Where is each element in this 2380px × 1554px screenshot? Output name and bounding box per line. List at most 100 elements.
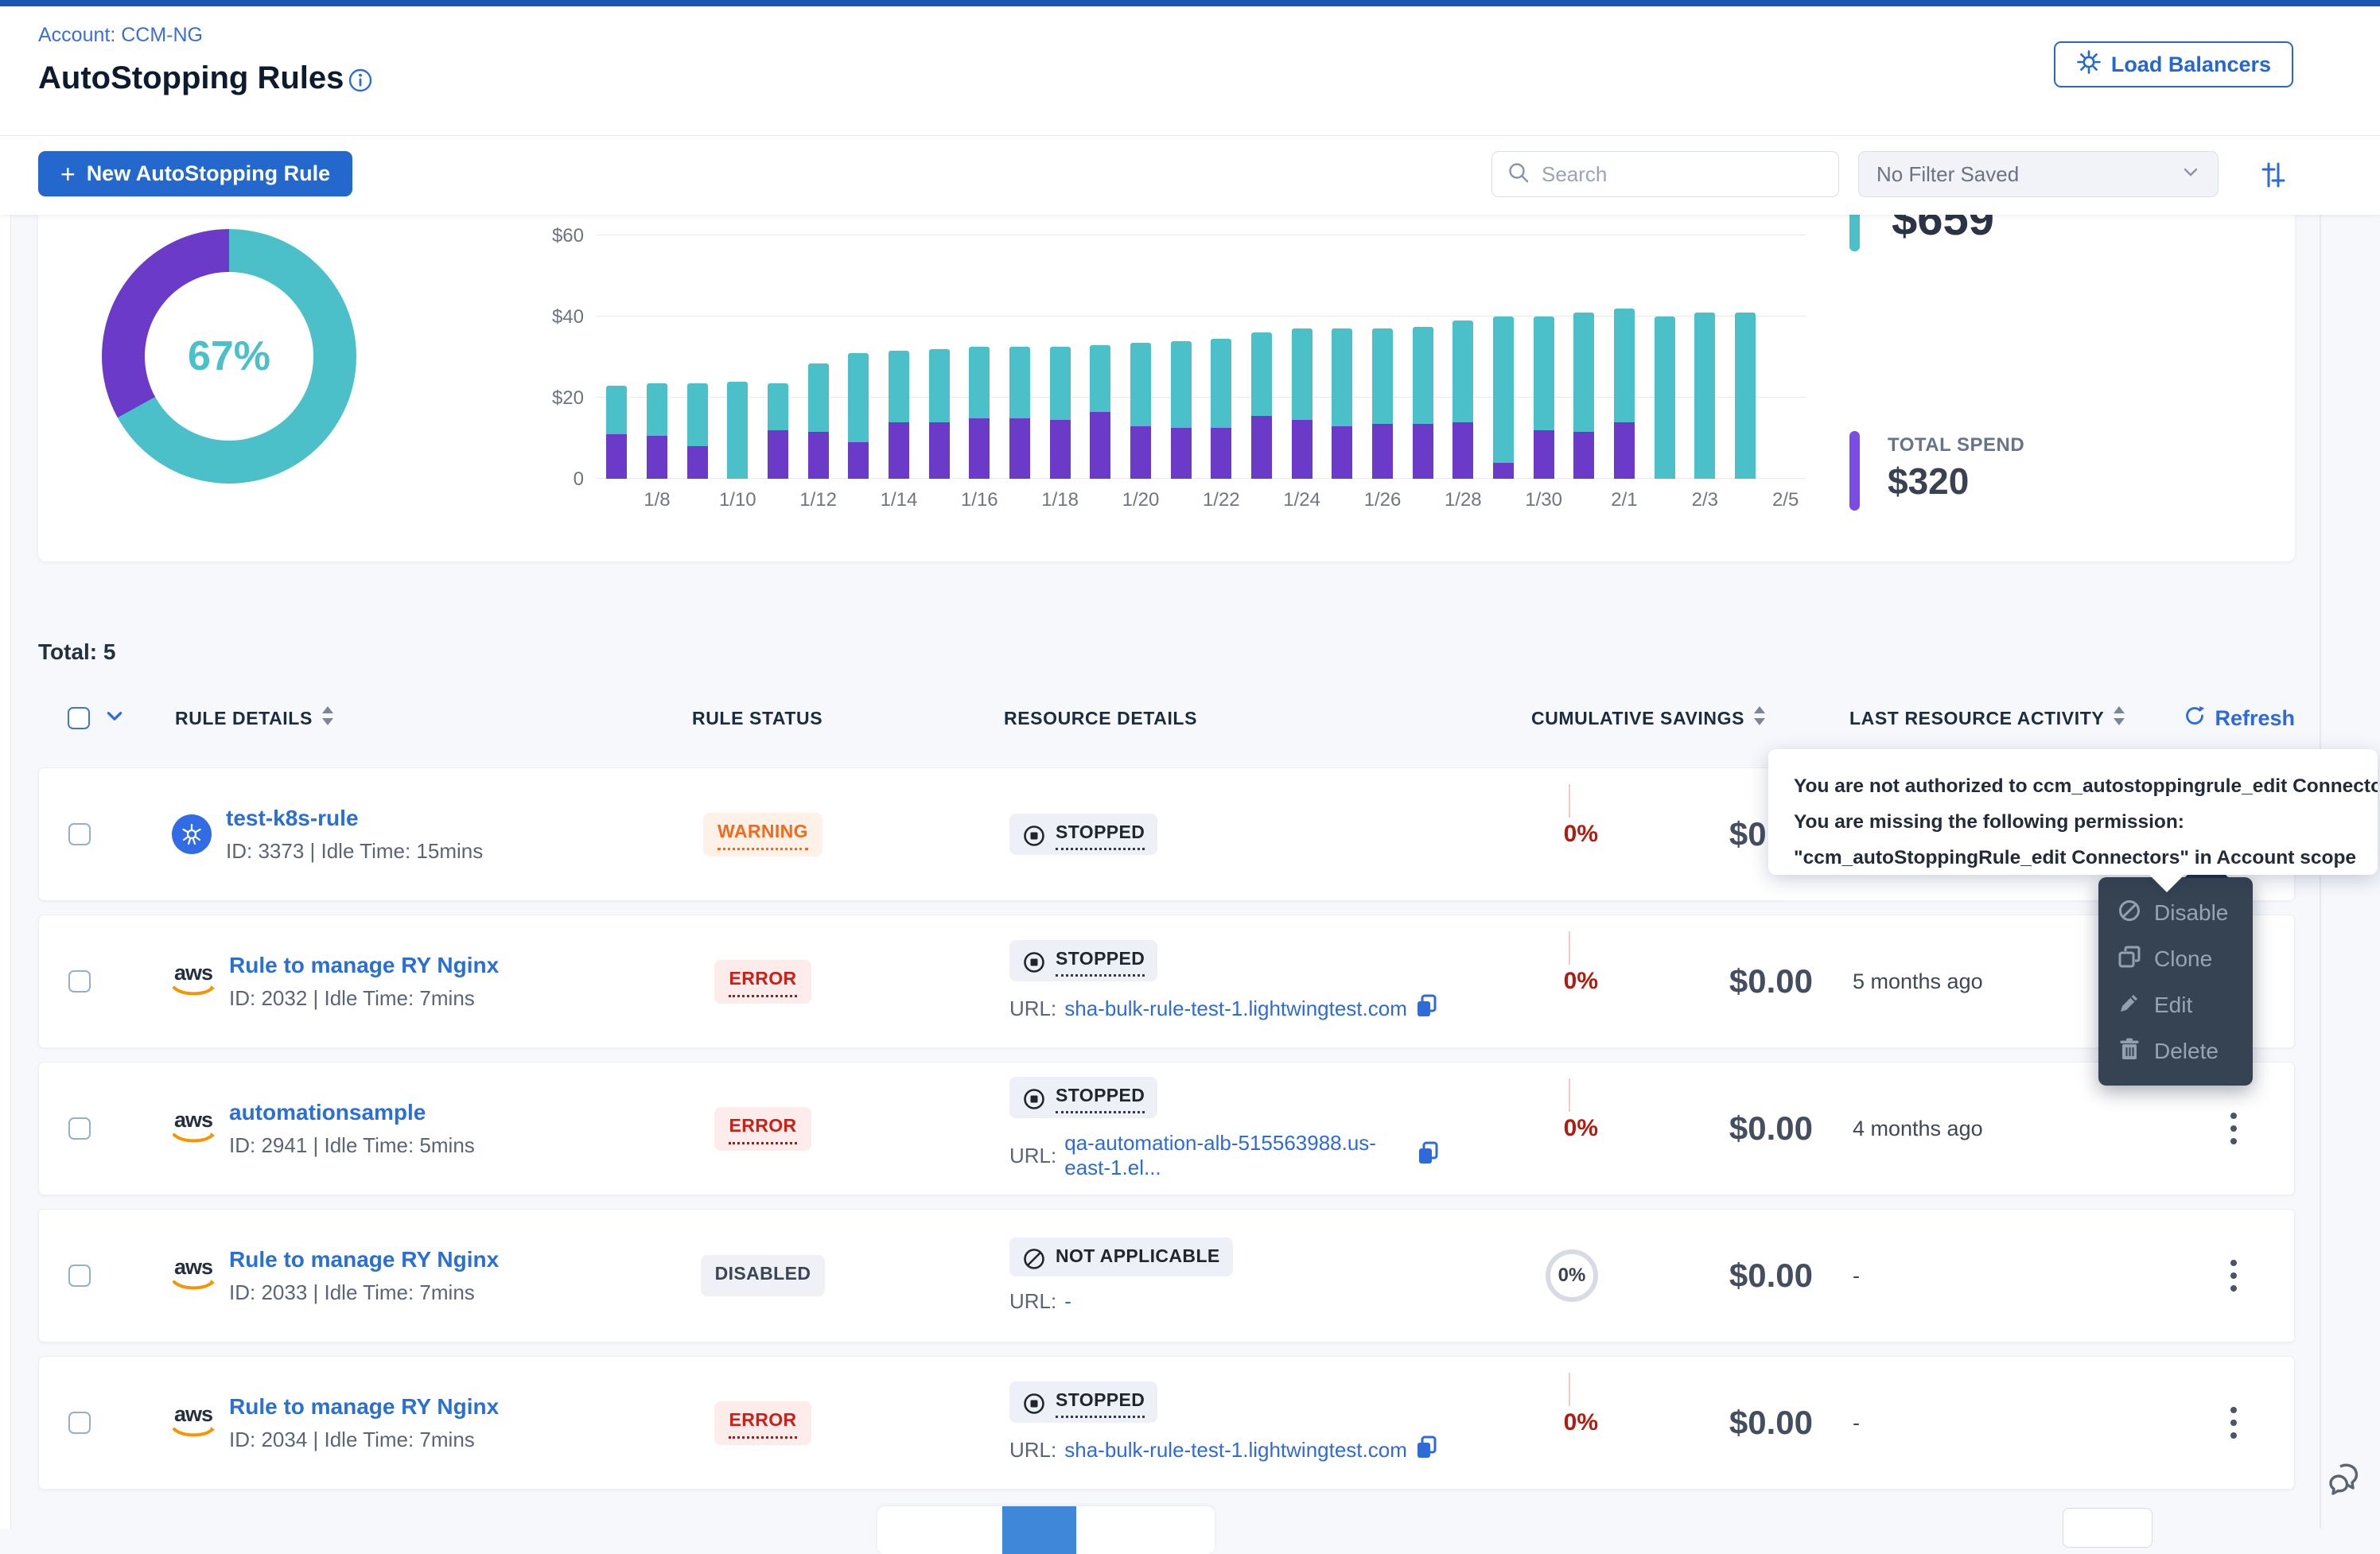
stacked-bar[interactable] bbox=[1694, 313, 1715, 479]
row-checkbox[interactable] bbox=[68, 970, 91, 993]
stacked-bar[interactable] bbox=[1614, 309, 1635, 479]
plus-icon: + bbox=[60, 161, 76, 187]
header-divider bbox=[0, 135, 2380, 136]
stacked-bar[interactable] bbox=[969, 347, 990, 479]
rule-name-link[interactable]: Rule to manage RY Nginx bbox=[229, 1247, 499, 1272]
help-chat-icon[interactable] bbox=[2321, 1455, 2367, 1502]
savings-percent: 0% bbox=[1546, 1249, 1598, 1302]
top-accent-bar bbox=[0, 0, 2380, 6]
search-input[interactable] bbox=[1542, 162, 1804, 187]
stacked-bar[interactable] bbox=[1171, 341, 1192, 479]
stacked-bar[interactable] bbox=[1090, 345, 1110, 479]
search-box bbox=[1491, 151, 1839, 197]
rule-meta: ID: 2034 | Idle Time: 7mins bbox=[229, 1428, 499, 1452]
bulk-chevron-down-icon[interactable] bbox=[104, 706, 125, 731]
sort-icon[interactable] bbox=[321, 705, 335, 731]
select-all-checkbox[interactable] bbox=[68, 707, 90, 729]
stacked-bar[interactable] bbox=[1332, 328, 1352, 479]
column-cumulative-savings[interactable]: CUMULATIVE SAVINGS bbox=[1438, 705, 1836, 731]
clone-icon bbox=[2118, 945, 2141, 974]
stacked-bar[interactable] bbox=[1211, 339, 1231, 479]
table-header-row: RULE DETAILS RULE STATUS RESOURCE DETAIL… bbox=[38, 698, 2295, 738]
resource-url-link[interactable]: sha-bulk-rule-test-1.lightwingtest.com bbox=[1064, 997, 1407, 1021]
rule-name-link[interactable]: test-k8s-rule bbox=[226, 806, 483, 831]
rule-status-badge: WARNING bbox=[703, 813, 822, 857]
menu-item-edit[interactable]: Edit bbox=[2118, 982, 2253, 1028]
copy-icon[interactable] bbox=[1417, 1141, 1439, 1171]
row-menu-kebab-icon[interactable] bbox=[2211, 1106, 2256, 1151]
stacked-bar[interactable] bbox=[647, 383, 667, 479]
resource-url-link[interactable]: - bbox=[1064, 1289, 1071, 1314]
stacked-bar[interactable] bbox=[1735, 313, 1756, 479]
savings-percent: 0% bbox=[1564, 821, 1598, 848]
new-autostopping-rule-button[interactable]: + New AutoStopping Rule bbox=[38, 151, 352, 196]
rule-name-link[interactable]: automationsample bbox=[229, 1100, 475, 1125]
stacked-bar[interactable] bbox=[1009, 347, 1030, 479]
row-checkbox[interactable] bbox=[68, 1265, 91, 1287]
load-balancers-button[interactable]: Load Balancers bbox=[2054, 41, 2293, 87]
aws-icon: aws bbox=[172, 1108, 215, 1149]
resource-url-link[interactable]: qa-automation-alb-515563988.us-east-1.el… bbox=[1064, 1131, 1409, 1180]
stacked-bar[interactable] bbox=[1292, 328, 1312, 479]
stacked-bar[interactable] bbox=[808, 363, 829, 479]
stacked-bar[interactable] bbox=[1452, 321, 1473, 479]
menu-item-delete[interactable]: Delete bbox=[2118, 1028, 2253, 1074]
copy-icon[interactable] bbox=[1415, 1436, 1437, 1465]
menu-item-clone[interactable]: Clone bbox=[2118, 936, 2253, 982]
active-page-button[interactable] bbox=[1002, 1506, 1076, 1554]
content-area: 67% $60$40$2001/81/101/121/141/161/181/2… bbox=[0, 215, 2380, 1529]
rule-meta: ID: 2033 | Idle Time: 7mins bbox=[229, 1280, 499, 1305]
copy-icon[interactable] bbox=[1415, 994, 1437, 1024]
stacked-bar[interactable] bbox=[1251, 332, 1272, 479]
account-breadcrumb[interactable]: Account: CCM-NG bbox=[38, 24, 203, 47]
refresh-button[interactable]: Refresh bbox=[2183, 704, 2295, 733]
row-checkbox[interactable] bbox=[68, 1412, 91, 1434]
saved-filter-dropdown[interactable]: No Filter Saved bbox=[1858, 151, 2219, 197]
row-checkbox[interactable] bbox=[68, 823, 91, 845]
donut-percentage: 67% bbox=[102, 229, 356, 484]
stacked-bar[interactable] bbox=[889, 351, 909, 479]
resource-url-line: URL:sha-bulk-rule-test-1.lightwingtest.c… bbox=[1009, 994, 1439, 1024]
stacked-bar[interactable] bbox=[1050, 347, 1071, 479]
savings-percent: 0% bbox=[1564, 968, 1598, 995]
stacked-bar[interactable] bbox=[1573, 313, 1594, 479]
savings-percent: 0% bbox=[1564, 1115, 1598, 1142]
stacked-bar[interactable] bbox=[606, 386, 627, 479]
stacked-bar[interactable] bbox=[1655, 317, 1675, 479]
row-menu-kebab-icon[interactable] bbox=[2211, 1253, 2256, 1298]
rule-name-link[interactable]: Rule to manage RY Nginx bbox=[229, 1394, 499, 1420]
last-activity: - bbox=[1837, 1411, 2171, 1436]
stacked-bar[interactable] bbox=[1493, 317, 1514, 479]
x-axis-tick: 1/8 bbox=[637, 489, 678, 511]
column-rule-details[interactable]: RULE DETAILS bbox=[158, 705, 643, 731]
stacked-bar[interactable] bbox=[1372, 328, 1393, 479]
resource-url-line: URL:- bbox=[1009, 1289, 1439, 1314]
menu-item-disable[interactable]: Disable bbox=[2118, 890, 2253, 936]
row-menu-kebab-icon[interactable] bbox=[2211, 1401, 2256, 1445]
resource-details-cell: NOT APPLICABLEURL:- bbox=[882, 1237, 1439, 1314]
rules-table-body: test-k8s-ruleID: 3373 | Idle Time: 15min… bbox=[38, 767, 2295, 1503]
x-axis-tick: 1/14 bbox=[879, 489, 920, 511]
rule-name-link[interactable]: Rule to manage RY Nginx bbox=[229, 953, 499, 978]
info-icon[interactable] bbox=[348, 68, 372, 96]
stacked-bar[interactable] bbox=[929, 349, 950, 479]
page-size-select[interactable] bbox=[2063, 1508, 2152, 1548]
summary-card: 67% $60$40$2001/81/101/121/141/161/181/2… bbox=[38, 215, 2295, 561]
stacked-bar[interactable] bbox=[848, 353, 869, 479]
filter-panel-icon[interactable] bbox=[2258, 159, 2289, 191]
sort-icon[interactable] bbox=[2112, 705, 2126, 731]
resource-url-link[interactable]: sha-bulk-rule-test-1.lightwingtest.com bbox=[1064, 1438, 1407, 1463]
stacked-bar[interactable] bbox=[1413, 327, 1433, 479]
resource-state-badge: STOPPED bbox=[1009, 814, 1157, 855]
sort-icon[interactable] bbox=[1752, 705, 1767, 731]
row-checkbox[interactable] bbox=[68, 1117, 91, 1140]
savings-amount: $0.00 bbox=[1729, 1257, 1837, 1295]
chevron-down-icon bbox=[2181, 162, 2200, 187]
stacked-bar[interactable] bbox=[1130, 343, 1151, 479]
column-last-resource-activity[interactable]: LAST RESOURCE ACTIVITY bbox=[1836, 705, 2170, 731]
stacked-bar[interactable] bbox=[768, 383, 788, 479]
stacked-bar[interactable] bbox=[727, 382, 748, 479]
stacked-bar[interactable] bbox=[1534, 317, 1554, 479]
y-axis-tick: $60 bbox=[528, 225, 584, 247]
stacked-bar[interactable] bbox=[687, 383, 708, 479]
